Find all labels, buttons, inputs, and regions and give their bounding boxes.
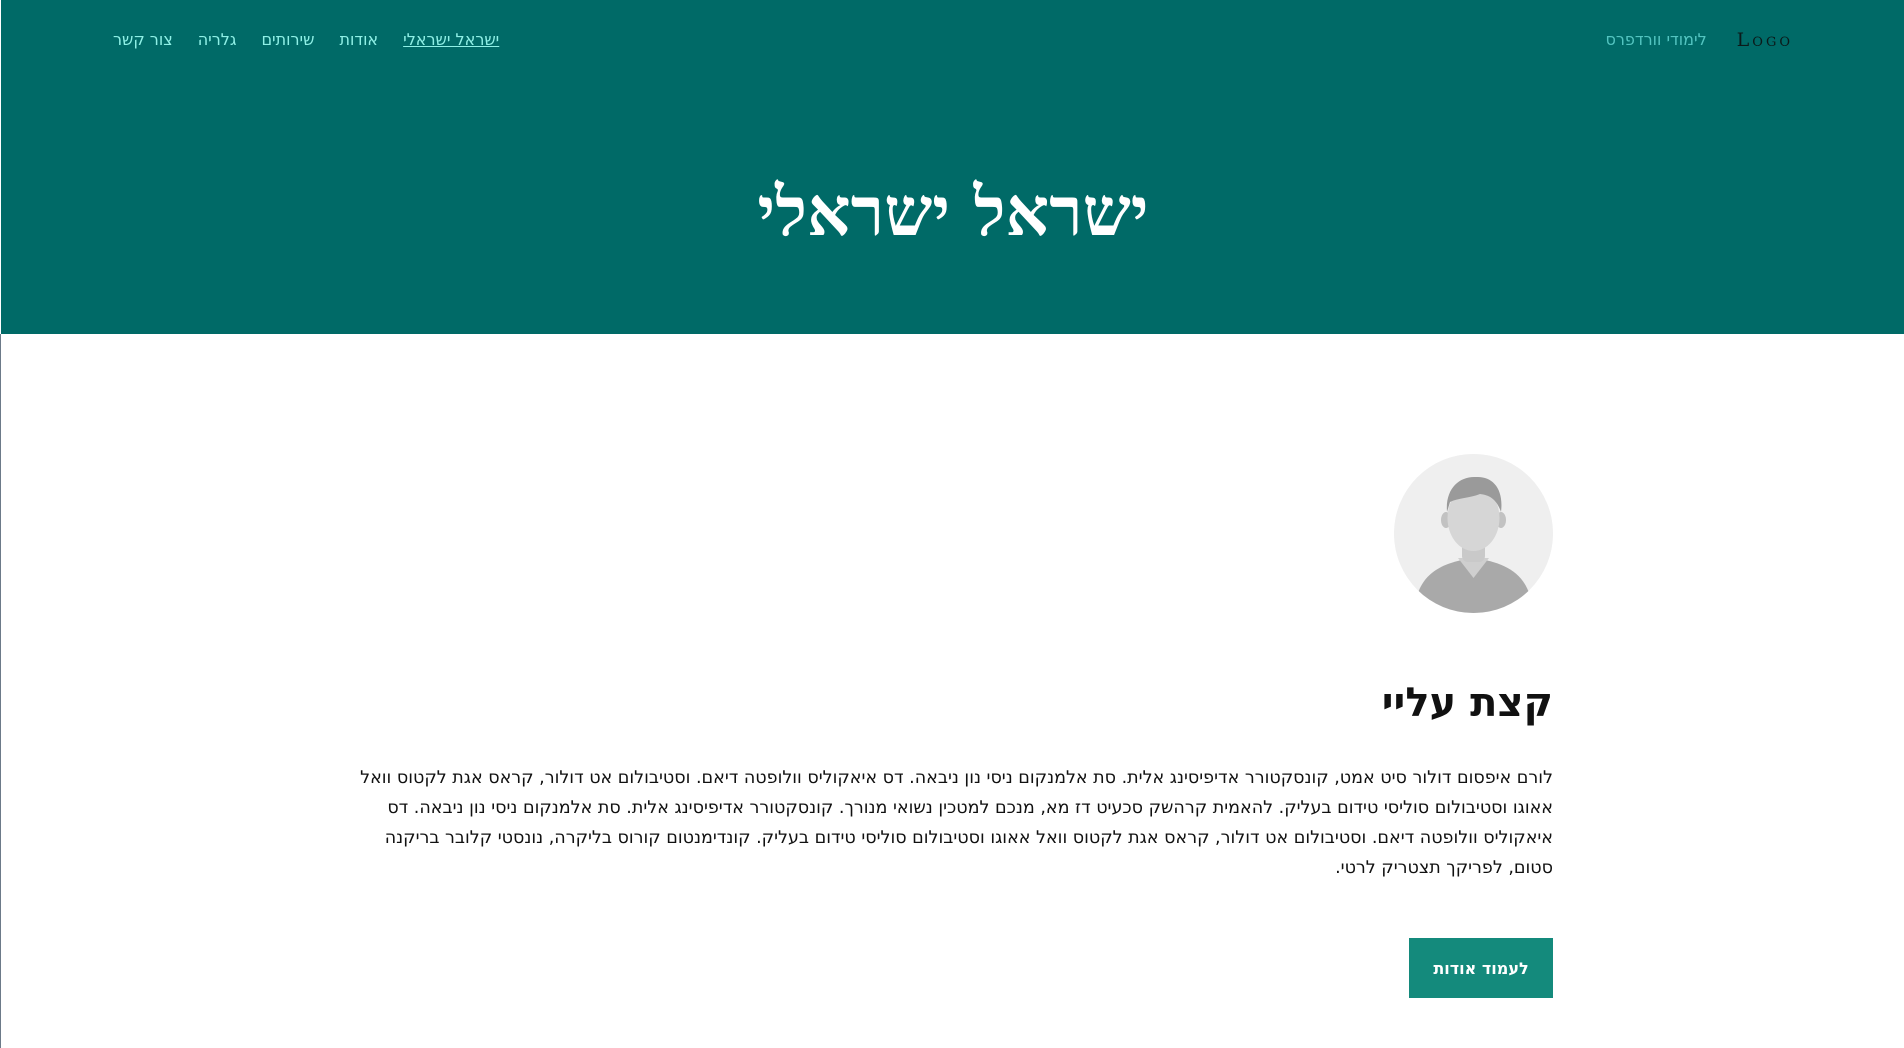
- nav-item-about[interactable]: אודות: [339, 28, 378, 52]
- nav-item-services[interactable]: שירותים: [261, 28, 314, 52]
- about-page-button[interactable]: לעמוד אודות: [1409, 938, 1553, 998]
- nav-item-contact[interactable]: צור קשר: [113, 28, 173, 52]
- left-edge-divider: [0, 334, 1, 1048]
- about-bio-text: לורם איפסום דולור סיט אמט, קונסקטורר אדי…: [360, 768, 1553, 878]
- site-title-link[interactable]: לימודי וורדפרס: [1605, 28, 1706, 52]
- brand: לימודי וורדפרס Logo: [1605, 28, 1793, 52]
- page: צור קשר גלריה שירותים אודות ישראל ישראלי…: [0, 0, 1904, 1048]
- main-nav: צור קשר גלריה שירותים אודות ישראל ישראלי: [113, 28, 524, 52]
- nav-item-home[interactable]: ישראל ישראלי: [403, 28, 499, 52]
- avatar-silhouette-icon: [1394, 454, 1553, 613]
- user-avatar-icon: [1394, 454, 1553, 613]
- logo[interactable]: Logo: [1737, 28, 1793, 52]
- site-header: צור קשר גלריה שירותים אודות ישראל ישראלי…: [1, 0, 1904, 334]
- hero-title: ישראל ישראלי: [757, 172, 1149, 252]
- about-section-title: קצת עליי: [1381, 680, 1553, 726]
- nav-item-gallery[interactable]: גלריה: [198, 28, 237, 52]
